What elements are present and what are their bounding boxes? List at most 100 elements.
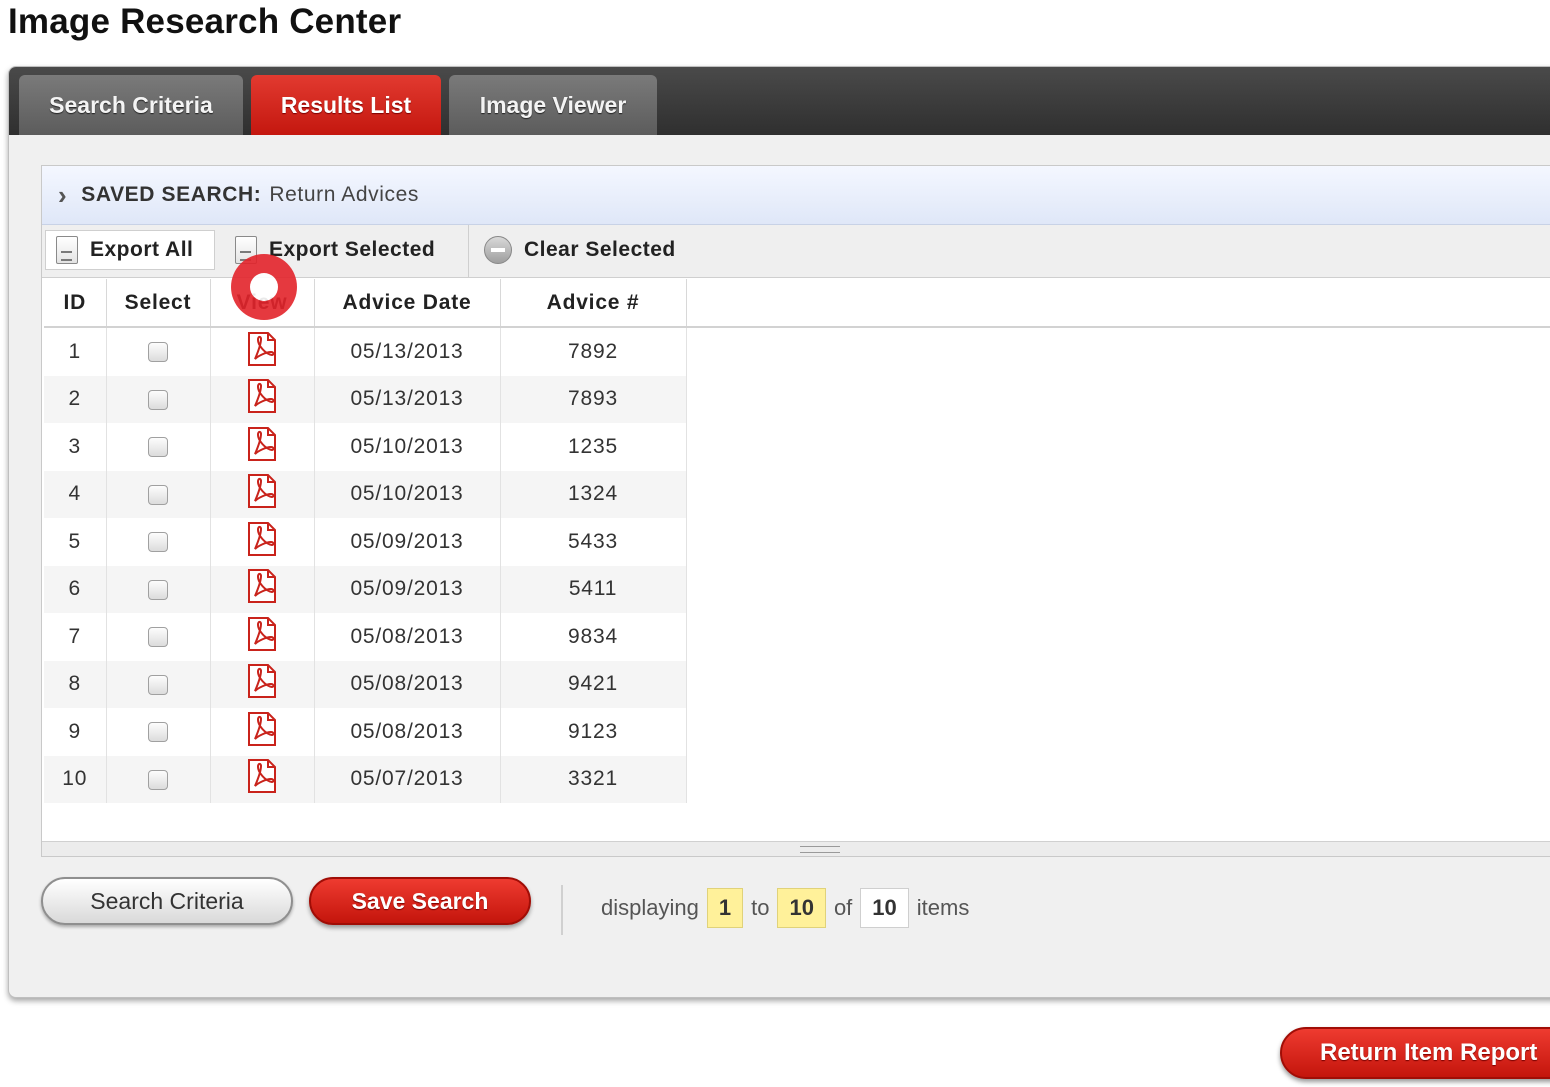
table-row[interactable]: 7 05/08/2013 9834: [44, 613, 687, 661]
row-advice-date: 05/09/2013: [314, 518, 501, 566]
tab-image-viewer[interactable]: Image Viewer: [449, 75, 657, 135]
return-item-report-button[interactable]: Return Item Report: [1280, 1027, 1550, 1079]
grid-header-filler: [685, 279, 1550, 328]
document-icon: [56, 236, 78, 264]
row-select-cell: [106, 470, 211, 518]
saved-search-name: Return Advices: [269, 183, 420, 206]
table-row[interactable]: 3 05/10/2013 1235: [44, 423, 687, 471]
pdf-icon[interactable]: [246, 426, 278, 467]
pdf-icon[interactable]: [246, 379, 278, 419]
column-header-advice-number[interactable]: Advice #: [500, 279, 687, 328]
row-id: 8: [44, 660, 107, 708]
saved-search-bar[interactable]: › SAVED SEARCH: Return Advices: [42, 166, 1550, 225]
row-select-cell: [106, 327, 211, 376]
column-header-select[interactable]: Select: [106, 279, 211, 328]
row-select-checkbox[interactable]: [148, 579, 168, 600]
pdf-icon[interactable]: [246, 664, 278, 704]
row-select-cell: [106, 423, 211, 471]
row-id: 7: [44, 613, 107, 661]
tab-results-list[interactable]: Results List: [251, 75, 441, 135]
row-advice-number: 9421: [500, 660, 687, 708]
page-title: Image Research Center: [8, 2, 402, 41]
table-row[interactable]: 9 05/08/2013 9123: [44, 708, 687, 756]
chevron-right-icon[interactable]: ›: [58, 180, 67, 211]
row-view-cell: [210, 375, 315, 423]
row-select-checkbox[interactable]: [148, 342, 168, 363]
row-advice-number: 7892: [500, 327, 687, 376]
row-select-checkbox[interactable]: [148, 769, 168, 790]
table-row[interactable]: 5 05/09/2013 5433: [44, 518, 687, 566]
column-header-id[interactable]: ID: [44, 279, 107, 328]
pdf-icon[interactable]: [246, 569, 278, 609]
search-criteria-button[interactable]: Search Criteria: [41, 877, 293, 925]
row-advice-number: 9123: [500, 708, 687, 756]
row-advice-number: 5411: [500, 565, 687, 613]
row-id: 3: [44, 423, 107, 471]
row-advice-date: 05/13/2013: [314, 375, 501, 423]
row-advice-number: 9834: [500, 613, 687, 661]
row-advice-date: 05/08/2013: [314, 660, 501, 708]
table-row[interactable]: 2 05/13/2013 7893: [44, 375, 687, 423]
table-row[interactable]: 10 05/07/2013 3321: [44, 755, 687, 803]
table-row[interactable]: 6 05/09/2013 5411: [44, 565, 687, 613]
row-select-checkbox[interactable]: [148, 627, 168, 648]
pdf-icon[interactable]: [246, 759, 278, 799]
pdf-icon[interactable]: [246, 521, 278, 562]
row-advice-date: 05/10/2013: [314, 423, 501, 471]
tab-search-criteria[interactable]: Search Criteria: [19, 75, 243, 135]
pager-displaying-text: displaying: [601, 895, 699, 920]
row-view-cell: [210, 708, 315, 756]
document-icon: [235, 236, 257, 264]
minus-circle-icon: [484, 236, 512, 264]
main-panel: Search Criteria Results List Image Viewe…: [8, 66, 1550, 998]
row-id: 10: [44, 755, 107, 803]
row-view-cell: [210, 565, 315, 613]
row-view-cell: [210, 470, 315, 518]
row-advice-number: 7893: [500, 375, 687, 423]
pdf-icon[interactable]: [246, 331, 278, 372]
row-select-checkbox[interactable]: [148, 484, 168, 505]
export-selected-button[interactable]: Export Selected: [225, 230, 465, 270]
pager-to-text: to: [751, 895, 770, 920]
row-select-cell: [106, 755, 211, 803]
row-select-cell: [106, 613, 211, 661]
column-header-view[interactable]: View: [210, 279, 315, 328]
save-search-button[interactable]: Save Search: [309, 877, 531, 925]
row-select-cell: [106, 518, 211, 566]
pdf-icon[interactable]: [246, 616, 278, 657]
pdf-icon[interactable]: [246, 711, 278, 752]
row-id: 6: [44, 565, 107, 613]
export-selected-label: Export Selected: [269, 238, 436, 261]
row-select-checkbox[interactable]: [148, 674, 168, 695]
footer-divider: [561, 885, 563, 935]
table-row[interactable]: 4 05/10/2013 1324: [44, 470, 687, 518]
row-id: 4: [44, 470, 107, 518]
resize-grip[interactable]: [800, 846, 840, 853]
row-select-checkbox[interactable]: [148, 389, 168, 410]
grid-toolbar: Export All Export Selected Clear Selecte…: [42, 225, 1550, 278]
row-advice-number: 1235: [500, 423, 687, 471]
row-id: 5: [44, 518, 107, 566]
row-view-cell: [210, 660, 315, 708]
column-header-advice-date[interactable]: Advice Date: [314, 279, 501, 328]
row-id: 2: [44, 375, 107, 423]
row-view-cell: [210, 755, 315, 803]
row-select-checkbox[interactable]: [148, 532, 168, 553]
row-advice-number: 5433: [500, 518, 687, 566]
pdf-icon[interactable]: [246, 474, 278, 514]
row-view-cell: [210, 518, 315, 566]
table-row[interactable]: 8 05/08/2013 9421: [44, 660, 687, 708]
export-all-button[interactable]: Export All: [45, 230, 215, 270]
row-view-cell: [210, 613, 315, 661]
row-select-checkbox[interactable]: [148, 437, 168, 458]
row-advice-date: 05/08/2013: [314, 708, 501, 756]
row-select-cell: [106, 708, 211, 756]
pager-to-value: 10: [777, 888, 826, 928]
table-row[interactable]: 1 05/13/2013 7892: [44, 327, 687, 376]
clear-selected-button[interactable]: Clear Selected: [472, 230, 702, 270]
row-select-checkbox[interactable]: [148, 722, 168, 743]
table-header-row: ID Select View Advice Date Advice #: [44, 279, 687, 328]
horizontal-resize-bar[interactable]: [42, 841, 1550, 856]
row-select-cell: [106, 375, 211, 423]
clear-selected-label: Clear Selected: [524, 238, 676, 261]
